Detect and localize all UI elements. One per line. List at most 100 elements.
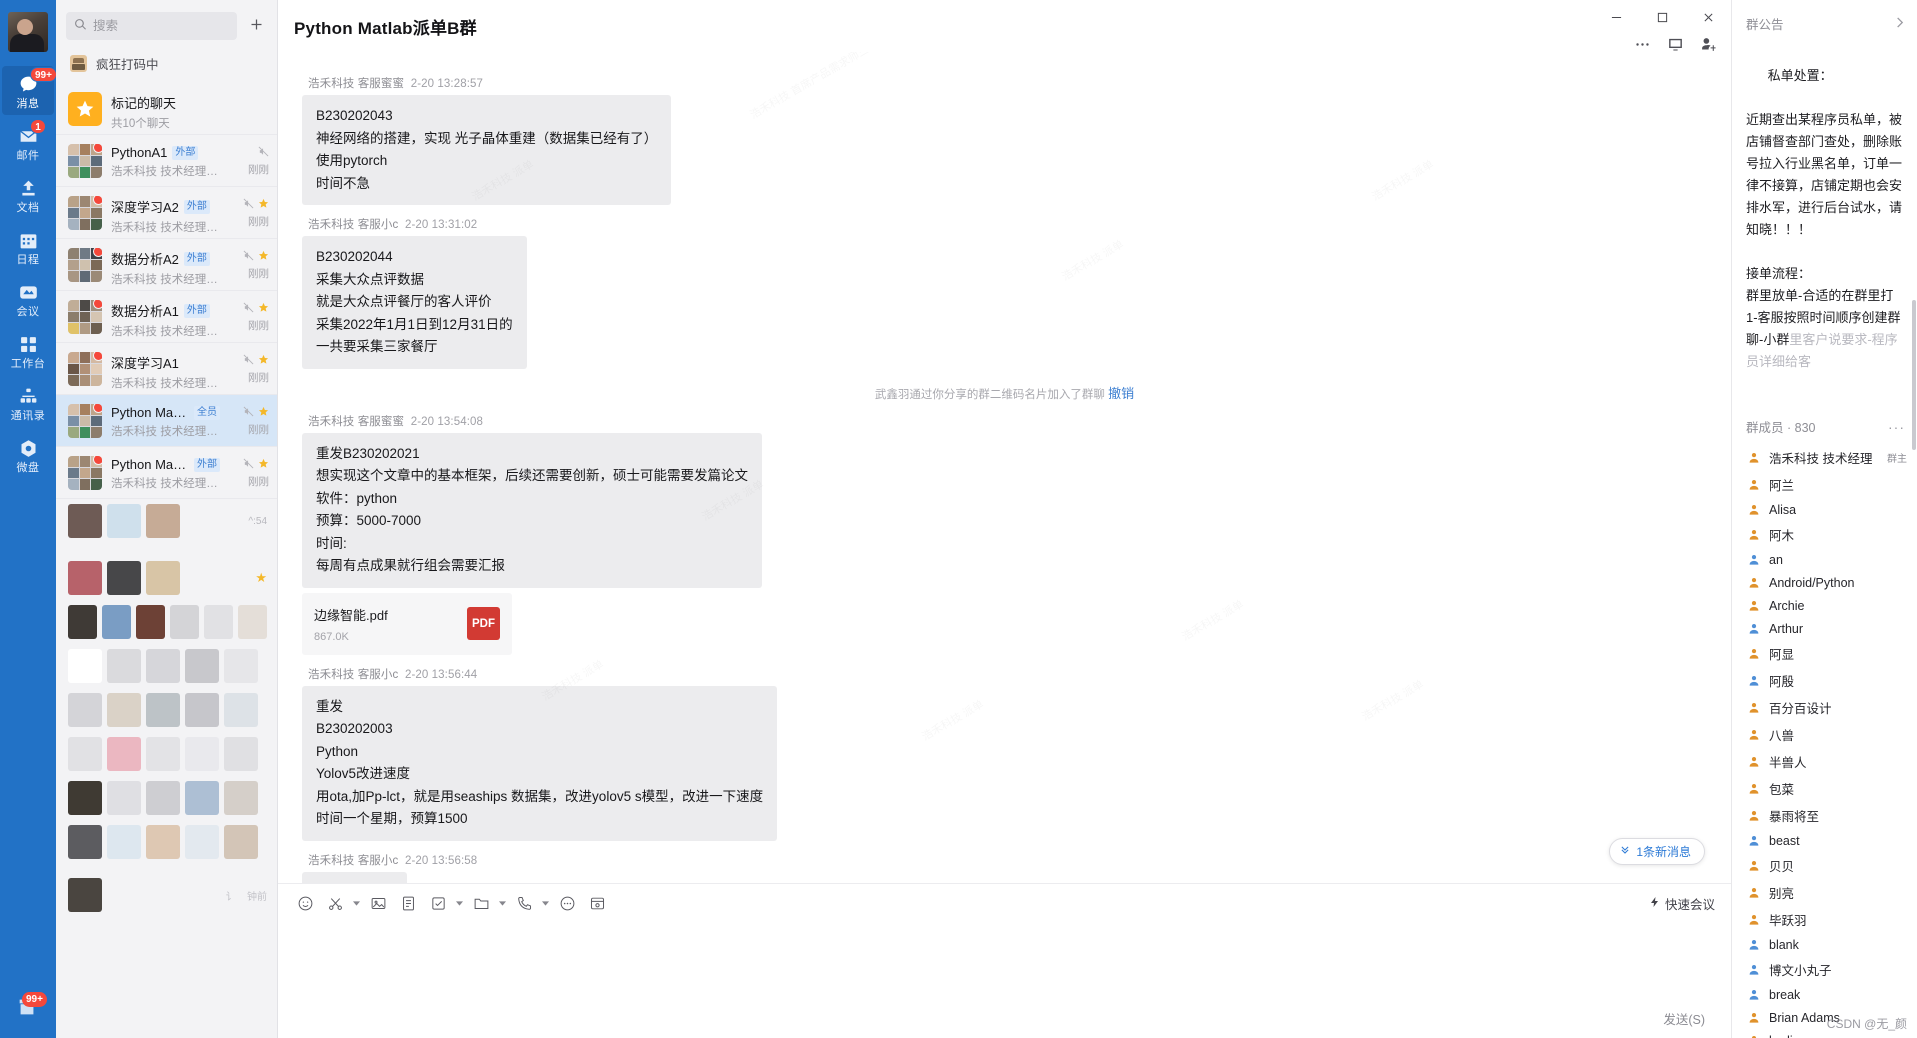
user-avatar[interactable] [8, 12, 48, 52]
member-list-item[interactable]: Alisa [1732, 498, 1917, 521]
member-list-item[interactable]: 阿殷 [1732, 667, 1917, 694]
rail-item-calendar[interactable]: 日程 [2, 222, 54, 271]
chat-list-item[interactable]: Python Matlab... 外部浩禾科技 技术经理: 需求补充... 刚刚 [56, 447, 277, 499]
star-icon [258, 353, 269, 368]
status-emoji-icon [70, 55, 87, 72]
scissors-dropdown-caret[interactable] [352, 900, 361, 907]
member-list-item[interactable]: 暴雨将至 [1732, 802, 1917, 829]
chat-list-item[interactable]: Python Matla... 全员浩禾科技 技术经理: 需求补充... 刚刚 [56, 395, 277, 447]
add-chat-button[interactable] [245, 15, 267, 37]
new-message-pill[interactable]: 1条新消息 [1609, 838, 1705, 865]
message-composer: 快速会议 发送(S) [278, 883, 1731, 1038]
member-list-item[interactable]: 阿显 [1732, 640, 1917, 667]
phone-icon[interactable] [511, 890, 537, 916]
unread-dot [93, 300, 102, 309]
message-bubble[interactable]: B230202043 神经网络的搭建，实现 光子晶体重建（数据集已经有了） 使用… [302, 95, 672, 205]
person-icon [1746, 450, 1761, 465]
chat-list-item[interactable]: PythonA1 外部浩禾科技 技术经理: 需求补充... 刚刚 [56, 135, 277, 187]
member-name: 八兽 [1769, 729, 1795, 743]
more-dots-icon[interactable] [554, 890, 580, 916]
person-icon [1746, 1010, 1761, 1025]
maximize-button[interactable] [1639, 0, 1685, 34]
message-bubble[interactable]: 重发B230202021 想实现这个文章中的基本框架，后续还需要创新，硕士可能需… [302, 432, 762, 588]
member-list-item[interactable]: 博文小丸子 [1732, 956, 1917, 983]
minimize-button[interactable] [1593, 0, 1639, 34]
members-title: 群成员 · 830 [1746, 421, 1816, 435]
members-more-button[interactable]: ··· [1888, 419, 1905, 435]
rail-item-disk[interactable]: 微盘 [2, 430, 54, 479]
member-name: 阿木 [1769, 529, 1795, 543]
screenshot-icon[interactable] [584, 890, 610, 916]
chat-item-meta: 刚刚 [229, 196, 269, 229]
member-list-item[interactable]: Arthur [1732, 617, 1917, 640]
member-list-item[interactable]: 阿木 [1732, 521, 1917, 548]
rail-item-mail[interactable]: 邮件 1 [2, 118, 54, 167]
search-input[interactable] [93, 19, 229, 33]
folder-dropdown-caret[interactable] [498, 900, 507, 907]
member-list-item[interactable]: 八兽 [1732, 721, 1917, 748]
close-button[interactable] [1685, 0, 1731, 34]
text-note-icon[interactable] [395, 890, 421, 916]
right-panel-scrollbar[interactable] [1912, 300, 1916, 450]
member-list-item[interactable]: 包菜 [1732, 775, 1917, 802]
rail-item-workbench[interactable]: 工作台 [2, 326, 54, 375]
send-button[interactable]: 发送(S) [1663, 1009, 1705, 1028]
chevron-right-icon[interactable] [1894, 16, 1905, 31]
member-list-item[interactable]: 半兽人 [1732, 748, 1917, 775]
member-list-item[interactable]: beast [1732, 829, 1917, 852]
mute-icon [243, 301, 254, 316]
chat-list-scroll[interactable]: 标记的聊天共10个聊天PythonA1外部浩禾科技 技术经理: 需求补充...刚… [56, 83, 277, 1038]
screen-share-icon[interactable] [1667, 36, 1684, 53]
scissors-icon[interactable] [322, 890, 348, 916]
announcement-header[interactable]: 群公告 [1732, 0, 1917, 39]
message-scroll[interactable]: 浩禾科技 客服蜜蜜 2-20 13:28:57 B230202043 神经网络的搭… [278, 52, 1731, 883]
message-input[interactable] [278, 922, 1731, 1004]
member-list-item[interactable]: break [1732, 983, 1917, 1006]
rail-item-document[interactable]: 文档 [2, 170, 54, 219]
rail-item-message[interactable]: 消息 99+ [2, 66, 57, 115]
revoke-link[interactable]: 撤销 [1108, 386, 1134, 401]
member-list-item[interactable]: blank [1732, 933, 1917, 956]
member-list-item[interactable]: 别亮 [1732, 879, 1917, 906]
message-list[interactable]: 浩禾科技 客服蜜蜜 2-20 13:28:57 B230202043 神经网络的搭… [278, 52, 1731, 883]
chat-list-item[interactable]: 数据分析A1 外部浩禾科技 技术经理: 需求补充... 刚刚 [56, 291, 277, 343]
file-card[interactable]: 边缘智能.pdf 867.0K PDF [302, 592, 512, 655]
chat-list-item[interactable]: 深度学习A2 外部浩禾科技 技术经理: 需求补充... 刚刚 [56, 187, 277, 239]
chat-item-meta: 刚刚 [229, 352, 269, 385]
folder-icon[interactable] [468, 890, 494, 916]
rail-item-meeting[interactable]: 会议 [2, 274, 54, 323]
quick-meeting-button[interactable]: 快速会议 [1649, 894, 1715, 913]
rail-item-contacts[interactable]: 通讯录 [2, 378, 54, 427]
emoji-icon[interactable] [292, 890, 318, 916]
rail-bottom-item[interactable]: 99+ [14, 992, 47, 1022]
image-icon[interactable] [365, 890, 391, 916]
mute-icon [243, 457, 254, 472]
phone-dropdown-caret[interactable] [541, 900, 550, 907]
file-meta: 边缘智能.pdf 867.0K [314, 605, 388, 643]
member-list[interactable]: 浩禾科技 技术经理 群主 阿兰 Alisa 阿木 an Android/Python Arch… [1732, 444, 1917, 1038]
member-list-item[interactable]: 阿兰 [1732, 471, 1917, 498]
user-status-row[interactable]: 疯狂打码中 [56, 48, 277, 83]
message-bubble[interactable]: 重发 B230202003 Python Yolov5改进速度 用ota,加Pp… [302, 685, 778, 841]
member-list-item[interactable]: 浩禾科技 技术经理 群主 [1732, 444, 1917, 471]
member-name: 别亮 [1769, 887, 1795, 901]
checklist-dropdown-caret[interactable] [455, 900, 464, 907]
chat-list-item[interactable]: 标记的聊天 共10个聊天 [56, 83, 277, 135]
member-list-item[interactable]: 毕跃羽 [1732, 906, 1917, 933]
add-member-icon[interactable] [1700, 36, 1717, 53]
search-box[interactable] [66, 12, 237, 40]
message-bubble[interactable]: 重发 B230202008 [302, 871, 407, 883]
more-icon[interactable] [1634, 36, 1651, 53]
member-list-item[interactable]: Android/Python [1732, 571, 1917, 594]
member-list-item[interactable]: an [1732, 548, 1917, 571]
checklist-icon[interactable] [425, 890, 451, 916]
member-list-item[interactable]: 贝贝 [1732, 852, 1917, 879]
member-list-item[interactable]: 百分百设计 [1732, 694, 1917, 721]
member-list-item[interactable]: Archie [1732, 594, 1917, 617]
member-role-badge: 群主 [1887, 454, 1907, 465]
message-bubble[interactable]: B230202044 采集大众点评数据 就是大众点评餐厅的客人评价 采集2022… [302, 236, 527, 369]
person-icon [1746, 833, 1761, 848]
starred-chats-icon [68, 92, 102, 126]
chat-list-item[interactable]: 数据分析A2 外部浩禾科技 技术经理: 需求补充... 刚刚 [56, 239, 277, 291]
chat-list-item[interactable]: 深度学习A1 浩禾科技 技术经理: 需求补充... 刚刚 [56, 343, 277, 395]
